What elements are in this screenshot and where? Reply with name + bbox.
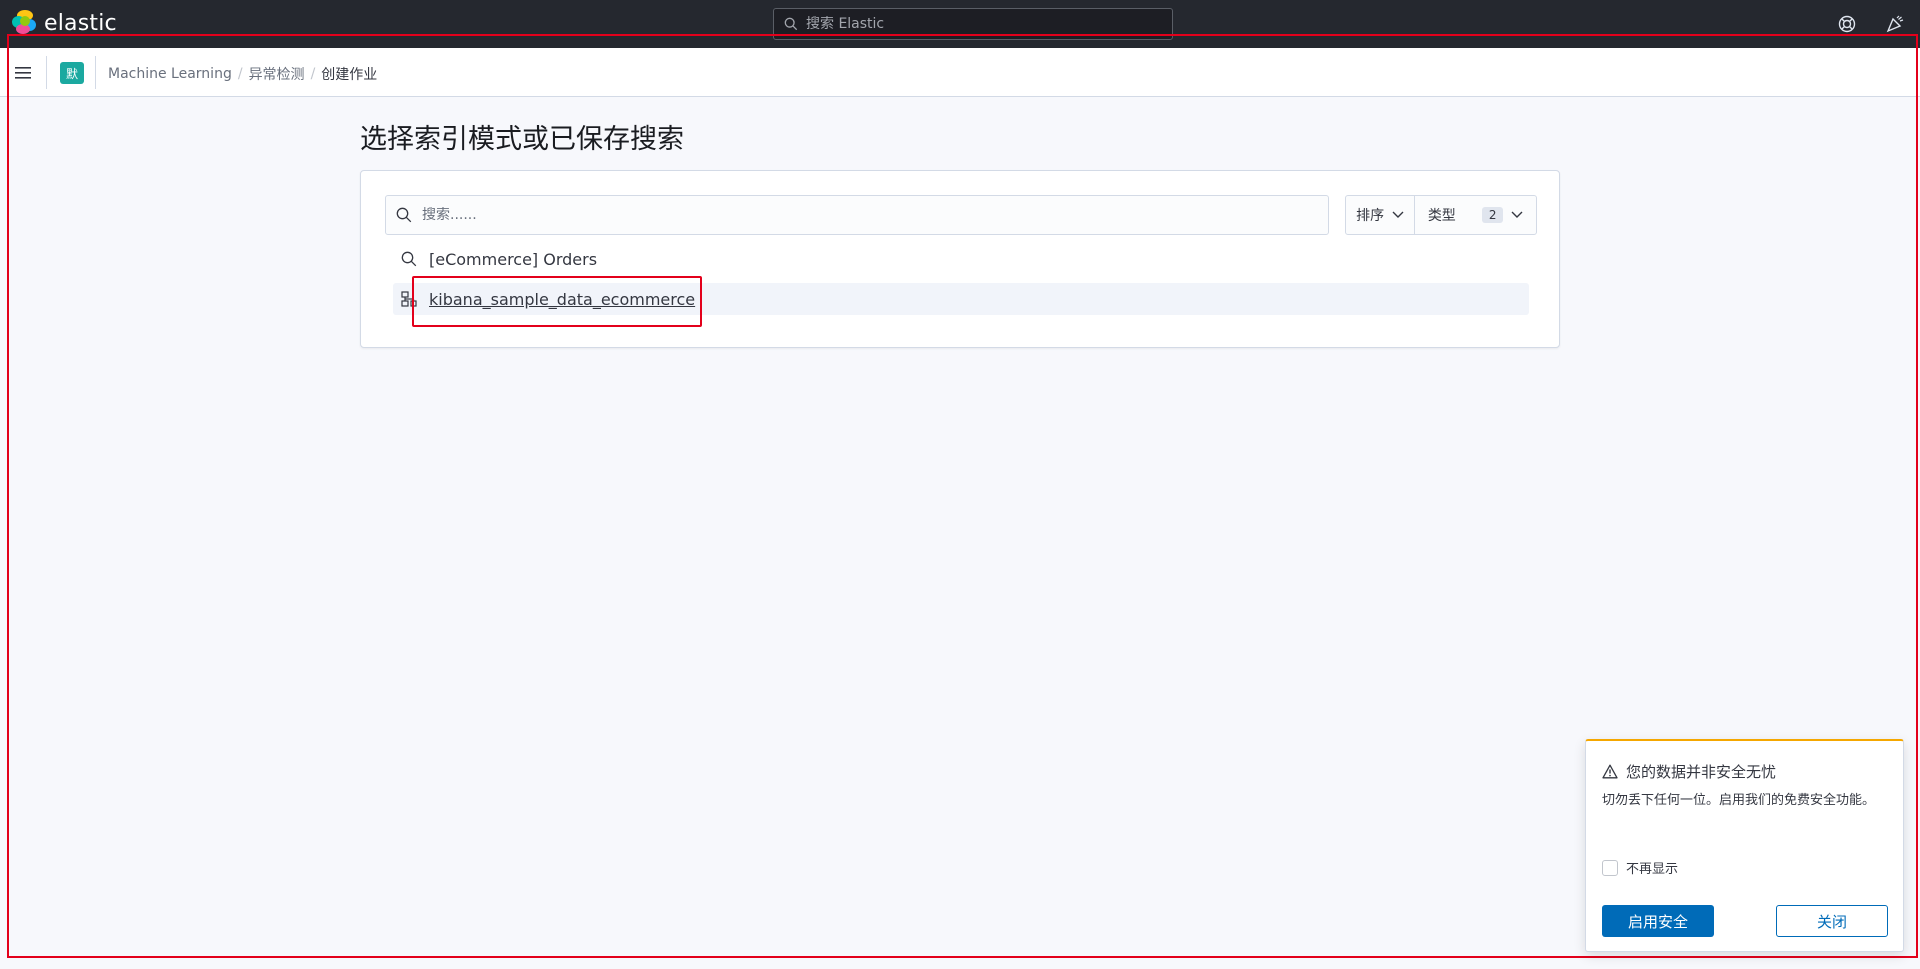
elastic-logo[interactable]: elastic <box>12 10 117 36</box>
saved-object-search[interactable] <box>385 195 1329 235</box>
brand-name: elastic <box>44 10 117 36</box>
page-title: 选择索引模式或已保存搜索 <box>360 124 684 155</box>
search-icon <box>396 207 412 223</box>
elastic-logo-icon <box>12 10 38 36</box>
global-search[interactable] <box>773 8 1173 40</box>
index-pattern-icon <box>401 291 417 307</box>
source-selection-panel: 排序 类型 2 [eCommerce] Orders kibana_sample… <box>360 170 1560 348</box>
breadcrumb-machine-learning[interactable]: Machine Learning <box>108 66 232 82</box>
breadcrumb-anomaly-detection[interactable]: 异常检测 <box>249 64 305 84</box>
chevron-down-icon <box>1511 211 1523 218</box>
space-avatar[interactable]: 默 <box>60 62 84 84</box>
top-header: elastic <box>0 0 1920 48</box>
toast-title: 您的数据并非安全无忧 <box>1602 761 1776 782</box>
search-icon <box>784 17 798 31</box>
list-item-index-pattern[interactable]: kibana_sample_data_ecommerce <box>393 283 1529 315</box>
security-warning-toast: 您的数据并非安全无忧 切勿丢下任何一位。启用我们的免费安全功能。 不再显示 启用… <box>1585 739 1904 952</box>
sort-button[interactable]: 排序 <box>1346 196 1416 234</box>
list-item-label[interactable]: kibana_sample_data_ecommerce <box>429 290 695 309</box>
dont-show-again-checkbox[interactable]: 不再显示 <box>1602 858 1678 877</box>
help-icon[interactable] <box>1836 13 1858 35</box>
sort-label: 排序 <box>1356 208 1385 224</box>
hamburger-icon <box>15 67 31 79</box>
search-input[interactable] <box>422 207 1302 223</box>
breadcrumb-create-job: 创建作业 <box>321 67 378 83</box>
toast-title-text: 您的数据并非安全无忧 <box>1626 763 1777 781</box>
breadcrumb-separator: / <box>237 66 243 82</box>
list-item-saved-search[interactable]: [eCommerce] Orders <box>393 243 1529 275</box>
list-item-label: [eCommerce] Orders <box>429 249 598 269</box>
toast-message: 切勿丢下任何一位。启用我们的免费安全功能。 <box>1602 793 1876 808</box>
divider <box>46 56 47 89</box>
newsfeed-icon[interactable] <box>1884 13 1906 35</box>
checkbox-label: 不再显示 <box>1626 862 1679 877</box>
divider <box>95 56 96 89</box>
chevron-down-icon <box>1392 211 1404 218</box>
warning-icon <box>1602 764 1618 779</box>
search-icon <box>401 251 417 267</box>
enable-security-button[interactable]: 启用安全 <box>1602 905 1714 937</box>
checkbox[interactable] <box>1602 859 1618 876</box>
type-count-badge: 2 <box>1481 207 1504 223</box>
type-filter-button[interactable]: 类型 2 <box>1415 196 1536 234</box>
breadcrumb-bar: 默 Machine Learning / 异常检测 / 创建作业 <box>0 48 1920 97</box>
global-search-input[interactable] <box>806 16 1146 32</box>
breadcrumb: Machine Learning / 异常检测 / 创建作业 <box>108 64 377 84</box>
type-label: 类型 <box>1427 208 1456 224</box>
filter-group: 排序 类型 2 <box>1345 195 1537 235</box>
dismiss-button[interactable]: 关闭 <box>1776 905 1888 937</box>
menu-toggle-button[interactable] <box>10 60 36 86</box>
breadcrumb-separator: / <box>310 66 316 82</box>
